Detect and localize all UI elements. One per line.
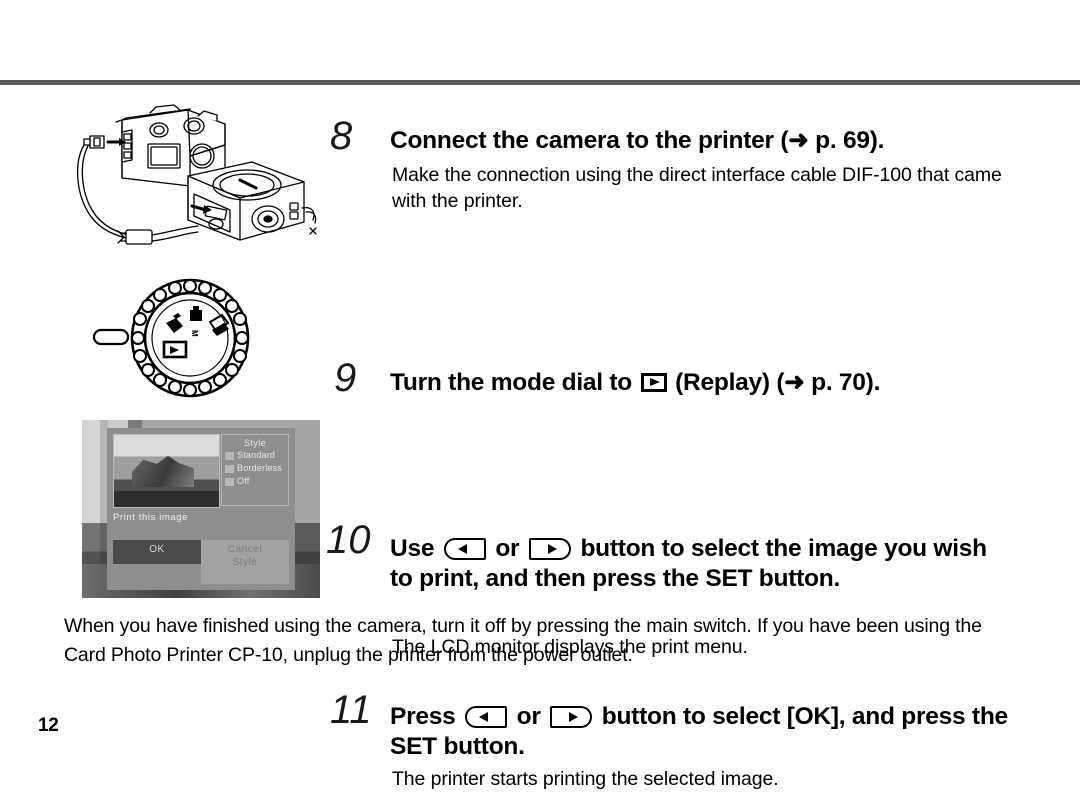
replay-mode-icon (640, 373, 667, 392)
step-11-title-pre: Press (390, 703, 463, 730)
camera-printer-svg (76, 104, 317, 245)
step-10-title-mid: or (488, 535, 526, 562)
step-9-title-pre: Turn the mode dial to (390, 369, 639, 396)
lcd-secondary-buttons: Cancel Style (201, 540, 289, 584)
step-8-body: Make the connection using the direct int… (392, 164, 1002, 212)
step-9-number: 9 (334, 356, 357, 400)
lcd-menu-title: Style (243, 438, 266, 448)
lcd-option-label: Borderless (237, 463, 283, 473)
step-9: 9 Turn the mode dial to (Replay) (➜ p. 7… (330, 226, 1010, 398)
left-arrow-button-icon (465, 706, 508, 728)
lcd-ok-button[interactable]: OK (113, 540, 201, 564)
lcd-style-button[interactable]: Style (233, 557, 258, 568)
step-10-number: 10 (326, 518, 371, 562)
borderless-swatch-icon (225, 464, 234, 473)
camera-printer-illustration (70, 100, 320, 265)
lcd-option-label: Off (237, 476, 250, 486)
lcd-style-menu: Style Standard Borderless Off (221, 434, 289, 506)
step-11-title-mid: or (510, 703, 548, 730)
closing-paragraph: When you have finished using the camera,… (64, 615, 982, 666)
illustration-column: M Style Standard Borderless Off Print th… (60, 100, 320, 610)
date-off-icon (225, 477, 234, 486)
lcd-menu-option-borderless[interactable]: Borderless (222, 462, 288, 475)
right-arrow-button-icon (528, 538, 571, 560)
standard-swatch-icon (225, 451, 234, 460)
mode-dial-illustration: M (90, 268, 280, 413)
step-10-title-pre: Use (390, 535, 441, 562)
lcd-cancel-button[interactable]: Cancel (228, 544, 262, 555)
lcd-screenshot-figure: Style Standard Borderless Off Print this… (82, 420, 320, 598)
page-number: 12 (38, 715, 59, 736)
lcd-button-row: OK Cancel Style (113, 540, 289, 584)
right-arrow-button-icon (550, 706, 593, 728)
lcd-caption: Print this image (113, 512, 189, 523)
step-11-number: 11 (330, 688, 372, 732)
step-9-title-mid: (Replay) ( (668, 369, 785, 396)
arrow-icon: ➜ (784, 369, 805, 396)
lcd-option-label: Standard (237, 450, 276, 460)
header-rule (0, 80, 1080, 85)
lcd-image-thumbnail (113, 434, 220, 508)
step-8-title-post: p. 69). (808, 127, 885, 154)
step-9-title-post: p. 70). (804, 369, 881, 396)
step-8: 8 Connect the camera to the printer (➜ p… (330, 110, 1010, 222)
instruction-steps: 8 Connect the camera to the printer (➜ p… (326, 110, 1010, 790)
lcd-menu-option-off[interactable]: Off (222, 475, 288, 488)
lcd-menu-option-standard[interactable]: Standard (222, 449, 288, 462)
step-11-body: The printer starts printing the selected… (392, 768, 779, 790)
arrow-icon: ➜ (788, 127, 809, 154)
step-8-number: 8 (330, 114, 353, 158)
svg-text:M: M (190, 330, 199, 337)
left-arrow-button-icon (443, 538, 486, 560)
mode-dial-svg: M (92, 278, 250, 398)
step-8-title-pre: Connect the camera to the printer ( (390, 127, 789, 154)
lcd-print-dialog: Style Standard Borderless Off Print this… (107, 428, 295, 590)
